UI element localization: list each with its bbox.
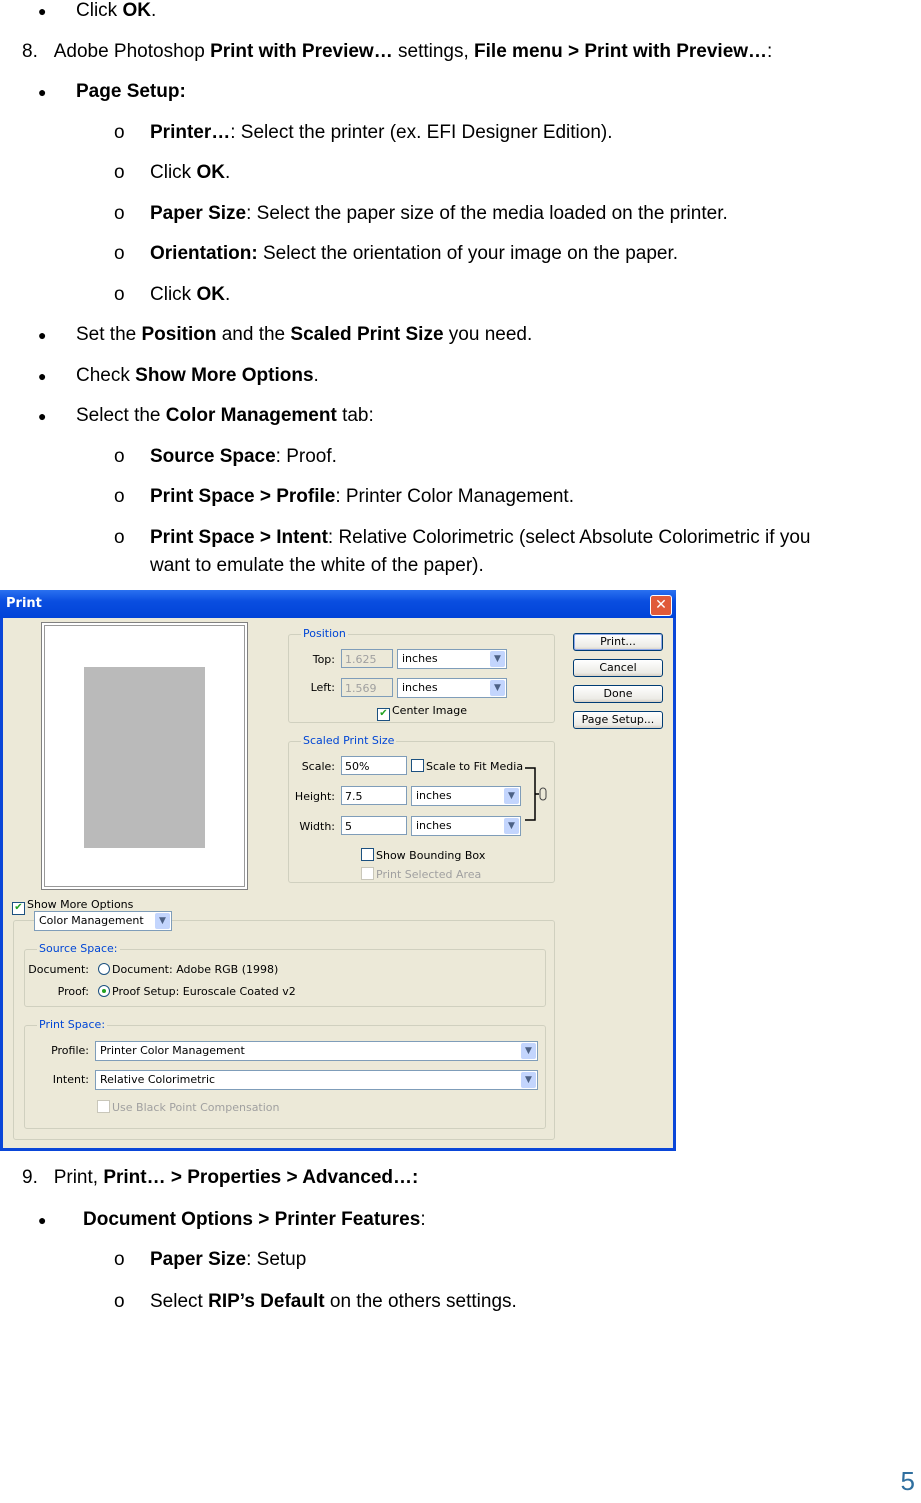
center-image-checkbox[interactable]: ✔ Center Image — [377, 704, 467, 721]
sub-bullet: o — [114, 162, 125, 183]
doc-options-heading: Document Options > Printer Features: — [83, 1209, 426, 1230]
sub-bullet: o — [114, 527, 125, 548]
sub-bullet: o — [114, 486, 125, 507]
scale-to-fit-checkbox[interactable]: Scale to Fit Media — [411, 759, 523, 773]
click-ok-instruction: Click OK. — [150, 162, 231, 183]
print-button[interactable]: Print... — [573, 633, 663, 651]
chevron-down-icon: ▼ — [504, 818, 519, 834]
sub-bullet: o — [114, 284, 125, 305]
source-space-group: Source Space: Document: Document: Adobe … — [24, 942, 546, 1007]
show-more-instruction: Check Show More Options. — [76, 365, 319, 386]
height-label: Height: — [294, 790, 335, 803]
rip-default-instruction: Select RIP’s Default on the others setti… — [150, 1291, 517, 1312]
position-group: Position Top: 1.625 inches ▼ Left: 1.569 … — [288, 627, 555, 723]
click-ok-instruction: Click OK. — [150, 284, 231, 305]
scaled-print-group: Scaled Print Size Scale: 50% Scale to Fi… — [288, 734, 555, 883]
print-dialog: Print ✕ Position Top: 1.625 inches ▼ Left… — [0, 590, 676, 1151]
print-selected-area-checkbox: Print Selected Area — [361, 867, 481, 881]
scale-label: Scale: — [301, 760, 335, 773]
left-input[interactable]: 1.569 — [341, 678, 393, 697]
close-icon[interactable]: ✕ — [650, 595, 672, 616]
page-setup-heading: Page Setup: — [76, 81, 186, 102]
sub-bullet: o — [114, 1291, 125, 1312]
black-point-checkbox: Use Black Point Compensation — [97, 1100, 280, 1114]
sub-bullet: o — [114, 122, 125, 143]
scale-input[interactable]: 50% — [341, 756, 407, 775]
bullet-dot: ● — [38, 3, 47, 19]
sub-bullet: o — [114, 203, 125, 224]
profile-label: Profile: — [51, 1044, 89, 1057]
bullet-dot: ● — [38, 1212, 47, 1228]
show-bounding-box-checkbox[interactable]: Show Bounding Box — [361, 848, 485, 862]
dialog-title: Print — [6, 596, 42, 611]
width-unit-select[interactable]: inches ▼ — [411, 816, 521, 836]
print-space-legend: Print Space: — [37, 1018, 108, 1031]
page-number: 5 — [900, 1466, 915, 1496]
chevron-down-icon: ▼ — [504, 788, 519, 804]
step-9-heading: 9. Print, Print… > Properties > Advanced… — [22, 1167, 419, 1188]
dialog-titlebar: Print ✕ — [0, 590, 676, 618]
profile-instruction: Print Space > Profile: Printer Color Man… — [150, 486, 574, 507]
sub-bullet: o — [114, 1249, 125, 1270]
source-space-legend: Source Space: — [37, 942, 120, 955]
check-icon: ✔ — [377, 708, 390, 721]
bullet-dot: ● — [38, 408, 47, 424]
intent-instruction: Print Space > Intent: Relative Colorimet… — [150, 527, 811, 548]
document-radio[interactable]: Document: Adobe RGB (1998) — [98, 963, 278, 976]
link-proportions-icon[interactable] — [523, 764, 549, 824]
done-button[interactable]: Done — [573, 685, 663, 703]
orientation-instruction: Orientation: Select the orientation of y… — [150, 243, 679, 264]
chevron-down-icon: ▼ — [490, 651, 505, 667]
options-panel: Color Management ▼ Source Space: Document… — [13, 911, 555, 1140]
preview-image — [84, 667, 205, 848]
dialog-client: Position Top: 1.625 inches ▼ Left: 1.569 … — [3, 618, 673, 1148]
paper-size-instruction: Paper Size: Select the paper size of the… — [150, 203, 728, 224]
printer-instruction: Printer…: Select the printer (ex. EFI De… — [150, 122, 613, 143]
left-unit-select[interactable]: inches ▼ — [397, 678, 507, 698]
left-label: Left: — [310, 681, 335, 694]
position-instruction: Set the Position and the Scaled Print Si… — [76, 324, 533, 345]
document-label: Document: — [28, 963, 89, 976]
print-preview — [41, 622, 248, 890]
color-mgmt-instruction: Select the Color Management tab: — [76, 405, 374, 426]
sub-bullet: o — [114, 243, 125, 264]
paper-size-setup: Paper Size: Setup — [150, 1249, 307, 1270]
width-input[interactable]: 5 — [341, 816, 407, 835]
chevron-down-icon: ▼ — [521, 1072, 536, 1088]
sub-bullet: o — [114, 446, 125, 467]
intent-select[interactable]: Relative Colorimetric ▼ — [95, 1070, 538, 1090]
instruction-click-ok: Click OK. — [76, 0, 157, 21]
bullet-dot: ● — [38, 368, 47, 384]
chevron-down-icon: ▼ — [521, 1043, 536, 1059]
step-8-heading: 8. Adobe Photoshop Print with Preview… s… — [22, 41, 773, 62]
height-unit-select[interactable]: inches ▼ — [411, 786, 521, 806]
height-input[interactable]: 7.5 — [341, 786, 407, 805]
source-space-instruction: Source Space: Proof. — [150, 446, 337, 467]
width-label: Width: — [299, 820, 335, 833]
bullet-dot: ● — [38, 84, 47, 100]
intent-instruction-cont: want to emulate the white of the paper). — [150, 555, 484, 576]
chevron-down-icon: ▼ — [155, 913, 170, 929]
intent-label: Intent: — [52, 1073, 89, 1086]
chevron-down-icon: ▼ — [490, 680, 505, 696]
top-input[interactable]: 1.625 — [341, 649, 393, 668]
print-space-group: Print Space: Profile: Printer Color Mana… — [24, 1018, 546, 1129]
cancel-button[interactable]: Cancel — [573, 659, 663, 677]
bullet-dot: ● — [38, 327, 47, 343]
page-setup-button[interactable]: Page Setup... — [573, 711, 663, 729]
top-label: Top: — [312, 653, 335, 666]
proof-label: Proof: — [57, 985, 89, 998]
proof-radio[interactable]: Proof Setup: Euroscale Coated v2 — [98, 985, 296, 998]
profile-select[interactable]: Printer Color Management ▼ — [95, 1041, 538, 1061]
top-unit-select[interactable]: inches ▼ — [397, 649, 507, 669]
scaled-legend: Scaled Print Size — [301, 734, 397, 747]
options-mode-select[interactable]: Color Management ▼ — [34, 911, 172, 931]
position-legend: Position — [301, 627, 348, 640]
